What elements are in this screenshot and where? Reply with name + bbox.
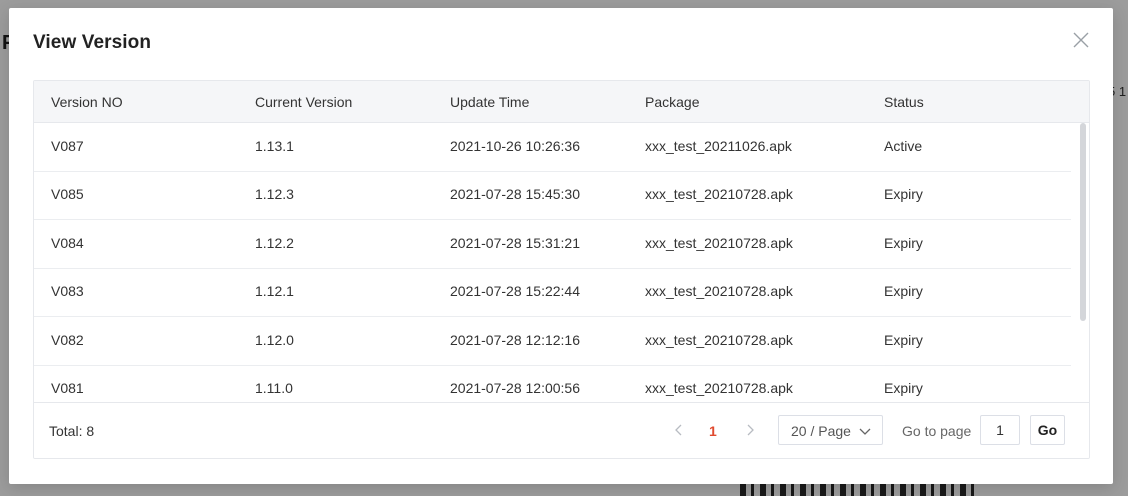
table-row: V082 1.12.0 2021-07-28 12:12:16 xxx_test… xyxy=(34,317,1071,366)
table-row: V085 1.12.3 2021-07-28 15:45:30 xxx_test… xyxy=(34,171,1071,220)
close-icon xyxy=(1073,32,1089,48)
update-time-cell: 2021-07-28 12:00:56 xyxy=(450,380,580,396)
dialog-title: View Version xyxy=(33,32,152,53)
chevron-down-icon xyxy=(859,428,871,435)
update-time-cell: 2021-07-28 15:31:21 xyxy=(450,235,580,251)
current-version-cell: 1.12.1 xyxy=(255,283,294,299)
current-version-cell: 1.11.0 xyxy=(255,380,293,396)
page-size-select[interactable]: 20 / Page xyxy=(778,415,883,445)
table-row: V084 1.12.2 2021-07-28 15:31:21 xxx_test… xyxy=(34,220,1071,269)
goto-page-label: Go to page xyxy=(902,423,972,439)
package-cell: xxx_test_20210728.apk xyxy=(645,186,793,202)
current-version-cell: 1.13.1 xyxy=(255,138,294,154)
status-cell: Expiry xyxy=(884,283,923,299)
package-cell: xxx_test_20210728.apk xyxy=(645,332,793,348)
version-no-cell: V083 xyxy=(51,283,84,299)
table-row: V081 1.11.0 2021-07-28 12:00:56 xxx_test… xyxy=(34,365,1071,402)
status-cell: Expiry xyxy=(884,235,923,251)
package-cell: xxx_test_20210728.apk xyxy=(645,235,793,251)
update-time-cell: 2021-07-28 15:22:44 xyxy=(450,283,580,299)
version-no-cell: V084 xyxy=(51,235,84,251)
column-header-current-version: Current Version xyxy=(255,94,353,110)
current-version-cell: 1.12.2 xyxy=(255,235,294,251)
total-value: 8 xyxy=(86,423,95,439)
status-cell: Expiry xyxy=(884,186,923,202)
status-cell: Expiry xyxy=(884,332,923,348)
next-page-button[interactable] xyxy=(743,423,757,437)
status-cell: Expiry xyxy=(884,380,923,396)
update-time-cell: 2021-07-28 15:45:30 xyxy=(450,186,580,202)
update-time-cell: 2021-10-26 10:26:36 xyxy=(450,138,580,154)
column-header-status: Status xyxy=(884,94,924,110)
version-no-cell: V087 xyxy=(51,138,84,154)
table-header: Version NO Current Version Update Time P… xyxy=(34,81,1089,123)
status-cell: Active xyxy=(884,138,923,154)
chevron-left-icon xyxy=(675,424,682,436)
version-no-cell: V081 xyxy=(51,380,84,396)
total-count: Total: 8 xyxy=(49,423,94,439)
package-cell: xxx_test_20210728.apk xyxy=(645,283,793,299)
column-header-version-no: Version NO xyxy=(51,94,123,110)
table-row: V083 1.12.1 2021-07-28 15:22:44 xxx_test… xyxy=(34,268,1071,317)
table-footer: Total: 8 1 20 / Page Go to page Go xyxy=(34,402,1089,458)
table-row: V087 1.13.1 2021-10-26 10:26:36 xxx_test… xyxy=(34,123,1071,172)
column-header-package: Package xyxy=(645,94,700,110)
column-header-update-time: Update Time xyxy=(450,94,530,110)
go-button[interactable]: Go xyxy=(1030,415,1065,445)
total-label: Total: xyxy=(49,423,83,439)
package-cell: xxx_test_20210728.apk xyxy=(645,380,793,396)
version-no-cell: V085 xyxy=(51,186,84,202)
page-number-current[interactable]: 1 xyxy=(709,423,717,439)
goto-page-input[interactable] xyxy=(980,415,1020,445)
current-version-cell: 1.12.0 xyxy=(255,332,294,348)
package-cell: xxx_test_20211026.apk xyxy=(645,138,792,154)
prev-page-button[interactable] xyxy=(672,423,686,437)
version-no-cell: V082 xyxy=(51,332,84,348)
table-body[interactable]: V087 1.13.1 2021-10-26 10:26:36 xxx_test… xyxy=(34,123,1089,402)
view-version-dialog: View Version Version NO Current Version … xyxy=(9,8,1113,484)
chevron-right-icon xyxy=(747,424,754,436)
table-scrollbar[interactable] xyxy=(1080,123,1086,321)
close-button[interactable] xyxy=(1071,30,1091,50)
page-size-value: 20 / Page xyxy=(791,423,851,439)
current-version-cell: 1.12.3 xyxy=(255,186,294,202)
update-time-cell: 2021-07-28 12:12:16 xyxy=(450,332,580,348)
version-table: Version NO Current Version Update Time P… xyxy=(33,80,1090,459)
